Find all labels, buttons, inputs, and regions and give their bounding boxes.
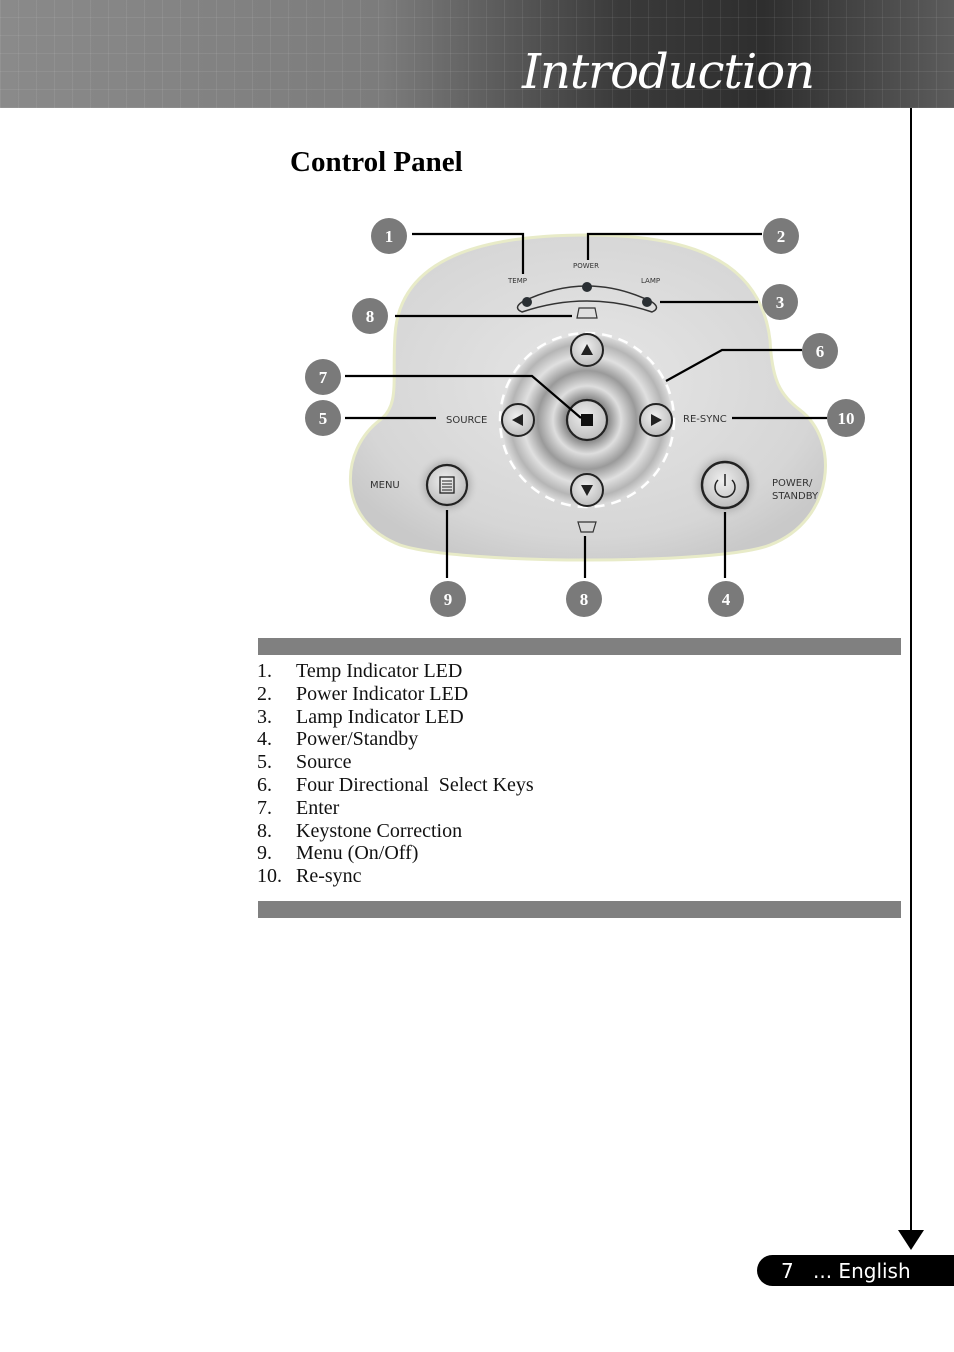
callout-4: 4 [708, 581, 744, 617]
svg-text:10: 10 [838, 409, 855, 428]
list-item: 3. Lamp Indicator LED [257, 705, 464, 728]
list-item: 4. Power/Standby [257, 728, 419, 751]
svg-text:1: 1 [385, 227, 394, 246]
up-button[interactable] [570, 333, 604, 367]
footer-language: ... English [813, 1258, 911, 1283]
power-label: POWER [573, 262, 599, 270]
source-label: SOURCE [446, 415, 487, 426]
svg-text:7: 7 [319, 368, 328, 387]
list-item: 10. Re-sync [257, 865, 362, 888]
menu-label: MENU [370, 480, 400, 491]
lamp-led [642, 297, 652, 307]
callout-9: 9 [430, 581, 466, 617]
list-item: 9. Menu (On/Off) [257, 842, 419, 865]
header-banner: Introduction [0, 0, 954, 108]
svg-text:3: 3 [776, 293, 785, 312]
enter-button[interactable] [565, 398, 609, 442]
menu-button[interactable] [415, 453, 479, 517]
resync-label: RE-SYNC [683, 414, 727, 425]
svg-text:4: 4 [722, 590, 731, 609]
page-margin-rule [910, 108, 912, 1234]
list-item: 2. Power Indicator LED [257, 682, 469, 705]
callout-2: 2 [763, 218, 799, 254]
svg-text:5: 5 [319, 409, 328, 428]
page-footer-tab: 7 ... English [757, 1255, 954, 1286]
callout-7: 7 [305, 359, 341, 395]
list-item: 8. Keystone Correction [257, 819, 463, 842]
list-item: 7. Enter [257, 796, 340, 819]
svg-text:6: 6 [816, 342, 825, 361]
section-title: Control Panel [290, 146, 463, 178]
svg-text:8: 8 [580, 590, 589, 609]
callout-10: 10 [827, 399, 865, 437]
chapter-title: Introduction [522, 44, 815, 100]
callout-8-bottom: 8 [566, 581, 602, 617]
callout-5: 5 [305, 400, 341, 436]
list-item: 6. Four Directional Select Keys [257, 773, 534, 796]
power-standby-label-line1: POWER/ [772, 478, 813, 489]
page-number: 7 [781, 1258, 794, 1283]
arrow-down-icon [898, 1230, 924, 1250]
left-button[interactable] [501, 403, 535, 437]
table-header-bar [258, 638, 901, 655]
callout-3: 3 [762, 284, 798, 320]
temp-led [522, 297, 532, 307]
temp-label: TEMP [507, 277, 527, 285]
lamp-label: LAMP [641, 277, 660, 285]
callout-8-top: 8 [352, 298, 388, 334]
control-panel-diagram: TEMP POWER LAMP SOURCE RE-SYNC MENU POWE… [300, 210, 880, 630]
right-button[interactable] [639, 403, 673, 437]
power-led [582, 282, 592, 292]
list-item: 5. Source [257, 751, 352, 774]
down-button[interactable] [570, 473, 604, 507]
square-stop-icon [581, 414, 593, 426]
table-footer-bar [258, 901, 901, 918]
svg-text:9: 9 [444, 590, 453, 609]
callout-6: 6 [802, 333, 838, 369]
list-item: 1. Temp Indicator LED [257, 660, 463, 682]
control-legend-list: 1. Temp Indicator LED 2. Power Indicator L… [257, 660, 534, 888]
power-standby-button[interactable] [689, 449, 761, 521]
svg-text:8: 8 [366, 307, 375, 326]
svg-text:2: 2 [777, 227, 786, 246]
power-standby-label-line2: STANDBY [772, 491, 819, 502]
callout-1: 1 [371, 218, 407, 254]
